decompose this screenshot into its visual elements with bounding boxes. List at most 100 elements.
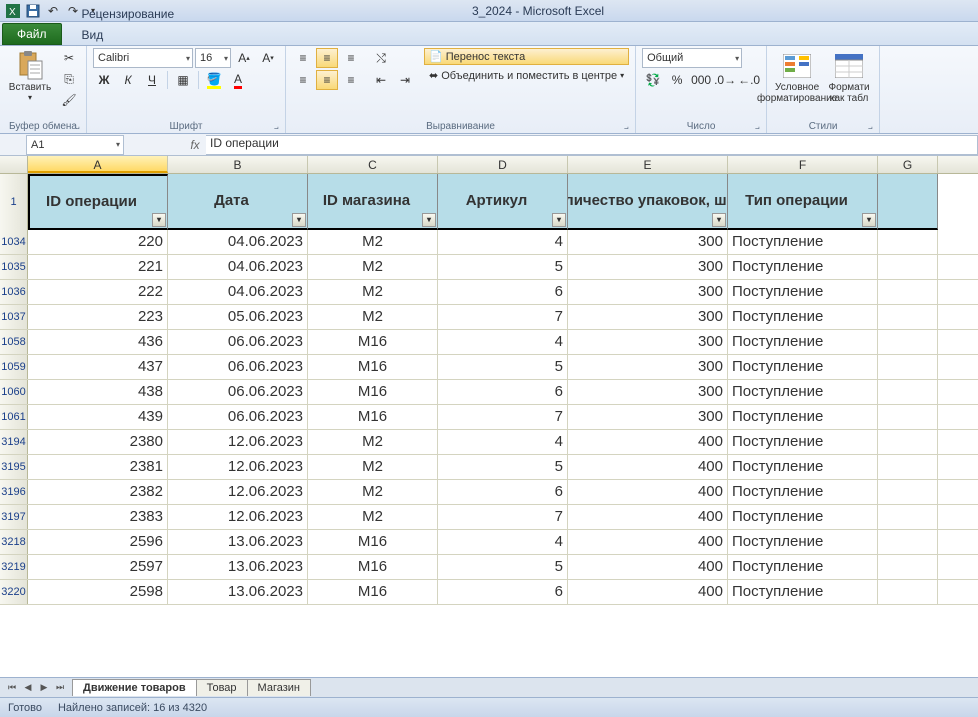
cut-button[interactable]: ✂ [58,48,80,68]
row-header[interactable]: 1035 [0,255,28,279]
column-header[interactable]: E [568,156,728,173]
cell[interactable]: Поступление [728,355,878,379]
bold-button[interactable]: Ж [93,70,115,90]
cell[interactable]: M16 [308,555,438,579]
cell[interactable]: M2 [308,280,438,304]
cell[interactable]: 04.06.2023 [168,280,308,304]
cell[interactable]: 300 [568,280,728,304]
cell[interactable]: 300 [568,230,728,254]
filter-button[interactable]: ▾ [152,213,166,227]
cell[interactable]: M2 [308,505,438,529]
row-header[interactable]: 1059 [0,355,28,379]
cell[interactable]: 300 [568,305,728,329]
cell[interactable]: Поступление [728,405,878,429]
cell[interactable] [878,480,938,504]
cell[interactable] [878,255,938,279]
cell[interactable]: 7 [438,505,568,529]
merge-center-button[interactable]: ⬌ Объединить и поместить в центре ▾ [424,67,629,84]
row-header[interactable]: 3194 [0,430,28,454]
cell[interactable]: M16 [308,580,438,604]
cell[interactable]: 439 [28,405,168,429]
first-sheet-button[interactable]: ⏮ [4,682,20,693]
cell[interactable]: 400 [568,480,728,504]
cell[interactable]: 6 [438,580,568,604]
cell[interactable]: Поступление [728,230,878,254]
column-header[interactable]: G [878,156,938,173]
fill-color-button[interactable]: 🪣 [203,70,225,90]
indent-increase-button[interactable]: ⇥ [394,70,416,90]
cell[interactable] [878,280,938,304]
indent-decrease-button[interactable]: ⇤ [370,70,392,90]
column-header[interactable]: F [728,156,878,173]
align-top-button[interactable]: ≡ [292,48,314,68]
align-center-button[interactable]: ≡ [316,70,338,90]
cell[interactable]: 6 [438,380,568,404]
percent-button[interactable]: % [666,70,688,90]
cell[interactable]: 5 [438,555,568,579]
cell[interactable]: 2598 [28,580,168,604]
cell[interactable]: M16 [308,405,438,429]
cell[interactable]: 4 [438,330,568,354]
cell[interactable]: 400 [568,430,728,454]
currency-button[interactable]: 💱 [642,70,664,90]
cell[interactable]: 400 [568,555,728,579]
row-header[interactable]: 1061 [0,405,28,429]
row-header[interactable]: 1 [0,174,28,230]
cell[interactable]: 300 [568,255,728,279]
cell[interactable]: Поступление [728,580,878,604]
cell[interactable] [878,455,938,479]
cell[interactable]: 13.06.2023 [168,555,308,579]
cell[interactable]: 6 [438,480,568,504]
format-table-button[interactable]: Формати как табл [825,48,873,104]
align-middle-button[interactable]: ≡ [316,48,338,68]
cell[interactable]: 400 [568,530,728,554]
cell[interactable]: Поступление [728,530,878,554]
ribbon-tab-5[interactable]: Рецензирование [68,3,205,24]
italic-button[interactable]: К [117,70,139,90]
cell[interactable] [878,505,938,529]
align-left-button[interactable]: ≡ [292,70,314,90]
font-name-combo[interactable]: Calibri [93,48,193,68]
number-format-combo[interactable]: Общий [642,48,742,68]
cell[interactable] [878,355,938,379]
cell[interactable]: Поступление [728,505,878,529]
cell[interactable]: Поступление [728,430,878,454]
cell[interactable]: 5 [438,455,568,479]
cell[interactable]: 4 [438,530,568,554]
cell[interactable]: M2 [308,255,438,279]
cell[interactable]: Поступление [728,555,878,579]
cell[interactable]: 436 [28,330,168,354]
cell[interactable]: M16 [308,380,438,404]
cell[interactable]: 2596 [28,530,168,554]
ribbon-tab-6[interactable]: Вид [68,24,205,45]
cell[interactable]: 223 [28,305,168,329]
cell[interactable] [878,380,938,404]
cell[interactable]: Поступление [728,480,878,504]
grid-rows[interactable]: 1ID операции▾Дата▾ID магазина▾Артикул▾Ко… [0,174,978,677]
cell[interactable]: M16 [308,330,438,354]
filter-button[interactable]: ▾ [862,213,876,227]
prev-sheet-button[interactable]: ◀ [20,682,36,693]
cell[interactable] [878,430,938,454]
row-header[interactable]: 1034 [0,230,28,254]
sheet-tab[interactable]: Товар [196,679,248,696]
undo-icon[interactable]: ↶ [44,2,62,20]
row-header[interactable]: 3195 [0,455,28,479]
cell[interactable]: 400 [568,505,728,529]
cell[interactable]: M2 [308,230,438,254]
cell[interactable]: 221 [28,255,168,279]
cell[interactable]: 04.06.2023 [168,230,308,254]
cell[interactable]: 2380 [28,430,168,454]
cell[interactable]: 220 [28,230,168,254]
cell[interactable]: 300 [568,330,728,354]
column-header[interactable]: A [28,156,168,173]
cell[interactable]: 5 [438,355,568,379]
cell[interactable]: Поступление [728,255,878,279]
cell[interactable]: 437 [28,355,168,379]
increase-decimal-button[interactable]: .0→ [714,70,736,90]
cell[interactable] [878,330,938,354]
cell[interactable] [878,530,938,554]
border-button[interactable]: ▦ [172,70,194,90]
filter-button[interactable]: ▾ [712,213,726,227]
font-size-combo[interactable]: 16 [195,48,231,68]
